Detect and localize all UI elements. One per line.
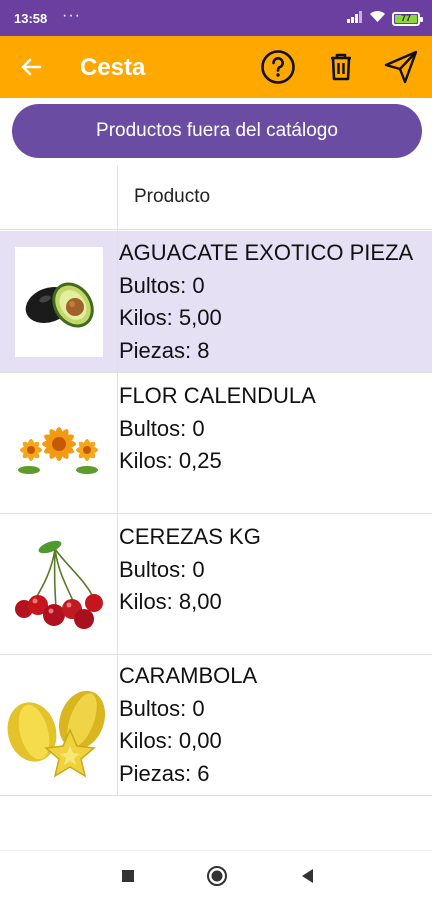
table-header: Producto <box>0 166 432 230</box>
help-button[interactable] <box>259 48 297 86</box>
battery-level: 77 <box>400 13 411 23</box>
product-name: AGUACATE EXOTICO PIEZA <box>119 240 414 265</box>
products-outside-catalog-button[interactable]: Productos fuera del catálogo <box>12 104 422 158</box>
product-bultos: Bultos: 0 <box>119 415 205 441</box>
page-title: Cesta <box>80 54 146 81</box>
table-row[interactable]: CARAMBOLA Bultos: 0 Kilos: 0,00 Piezas: … <box>0 656 432 796</box>
table-row[interactable]: FLOR CALENDULA Bultos: 0 Kilos: 0,25 <box>0 374 432 514</box>
starfruit-image <box>4 670 108 780</box>
status-icons: 77 <box>347 10 423 28</box>
product-kilos: Kilos: 0,25 <box>119 448 222 473</box>
calendula-flower-image <box>15 388 103 498</box>
product-bultos: Bultos: 0 <box>119 272 205 298</box>
table-row[interactable]: AGUACATE EXOTICO PIEZA Bultos: 0 Kilos: … <box>0 231 432 373</box>
product-name: CEREZAS KG <box>119 524 261 549</box>
status-bar: 13:58 ··· 77 <box>0 0 432 36</box>
product-piezas: Piezas: 6 <box>119 760 210 786</box>
product-piezas: Piezas: 8 <box>119 337 210 363</box>
product-info: AGUACATE EXOTICO PIEZA Bultos: 0 Kilos: … <box>119 237 413 367</box>
status-time: 13:58 <box>14 11 48 26</box>
table-row[interactable]: CEREZAS KG Bultos: 0 Kilos: 8,00 <box>0 515 432 655</box>
trash-icon <box>331 53 351 81</box>
avocado-image <box>15 247 103 357</box>
product-kilos: Kilos: 0,00 <box>119 728 222 753</box>
delete-button[interactable] <box>322 48 360 86</box>
app-bar: Cesta <box>0 36 432 98</box>
product-info: CARAMBOLA Bultos: 0 Kilos: 0,00 Piezas: … <box>119 660 257 790</box>
product-name: CARAMBOLA <box>119 663 258 688</box>
back-arrow-icon <box>21 58 42 76</box>
product-kilos: Kilos: 8,00 <box>119 589 222 614</box>
back-button[interactable] <box>14 50 48 84</box>
product-info: FLOR CALENDULA Bultos: 0 Kilos: 0,25 <box>119 380 316 478</box>
signal-icon <box>347 10 363 28</box>
help-icon <box>261 50 295 84</box>
column-header-product: Producto <box>134 186 211 207</box>
product-bultos: Bultos: 0 <box>119 556 205 582</box>
battery-icon: 77 <box>392 12 423 26</box>
wifi-icon <box>369 10 386 28</box>
system-navigation-bar <box>0 850 432 900</box>
back-nav-button[interactable] <box>296 865 318 887</box>
column-divider <box>117 166 118 796</box>
send-button[interactable] <box>382 48 420 86</box>
send-icon <box>384 50 418 84</box>
cherries-image <box>10 529 103 639</box>
product-bultos: Bultos: 0 <box>119 695 205 721</box>
product-name: FLOR CALENDULA <box>119 383 316 408</box>
product-info: CEREZAS KG Bultos: 0 Kilos: 8,00 <box>119 521 261 619</box>
home-button[interactable] <box>206 865 228 887</box>
nav-circle-icon <box>207 866 227 886</box>
recents-button[interactable] <box>117 865 139 887</box>
product-kilos: Kilos: 5,00 <box>119 305 222 330</box>
nav-triangle-icon <box>302 869 313 883</box>
nav-square-icon <box>122 870 134 882</box>
status-notification-dots: ··· <box>62 7 81 24</box>
